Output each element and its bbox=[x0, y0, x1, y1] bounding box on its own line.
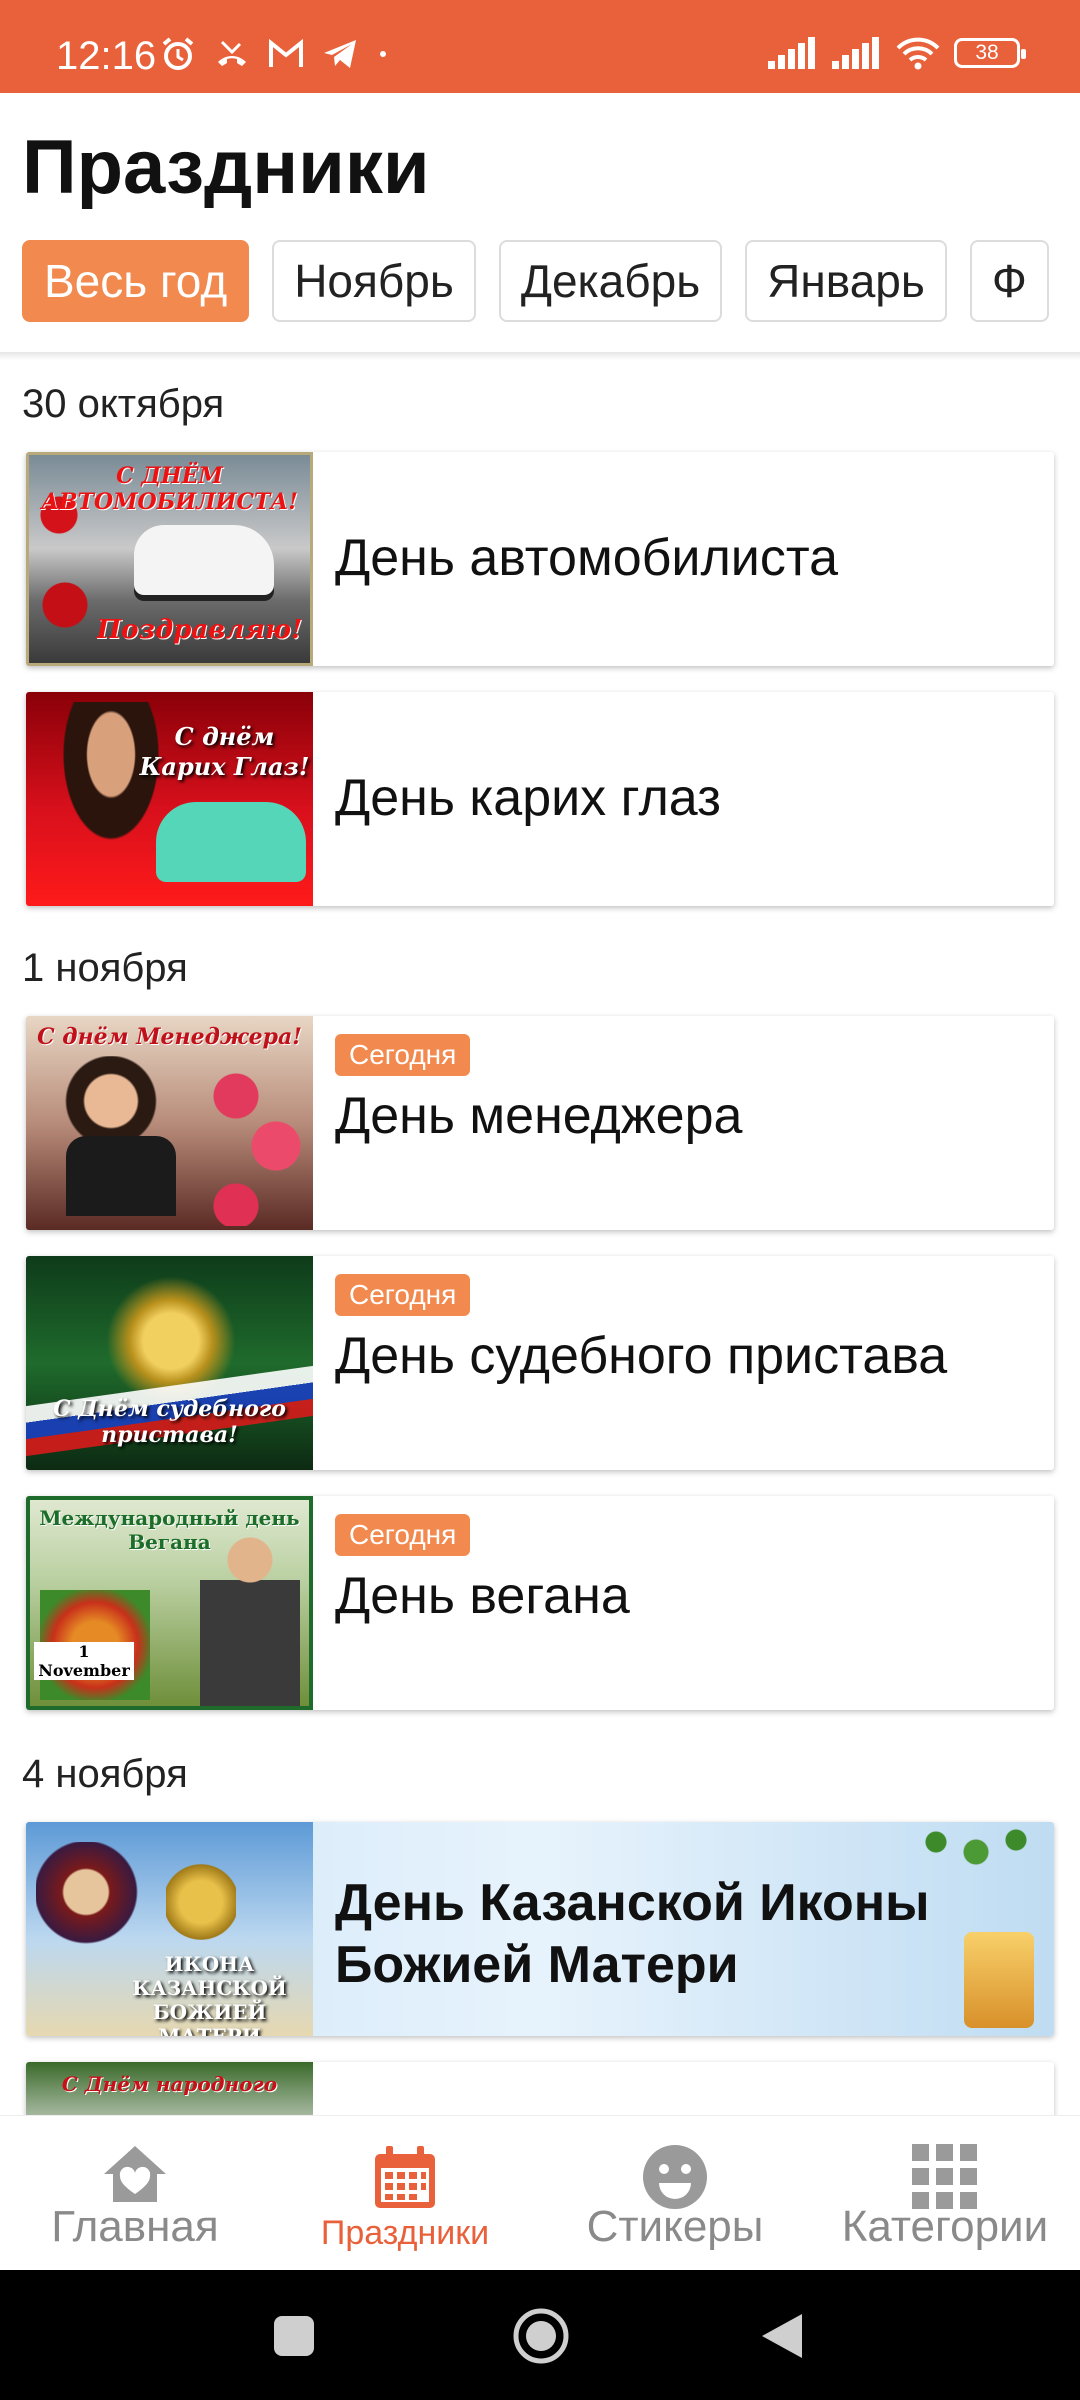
image-caption: С Днём народного bbox=[61, 2072, 278, 2096]
holiday-title: День менеджера bbox=[335, 1087, 743, 1145]
holiday-list[interactable]: 30 октября С ДНЁМ АВТОМОБИЛИСТА! Поздрав… bbox=[0, 360, 1080, 2115]
nav-label: Главная bbox=[51, 2202, 219, 2251]
image-caption: С Днём судебного пристава! bbox=[53, 1396, 286, 1448]
nav-categories[interactable]: Категории bbox=[810, 2116, 1080, 2271]
image-caption: С ДНЁМ АВТОМОБИЛИСТА! bbox=[41, 463, 298, 515]
holiday-title: День карих глаз bbox=[335, 769, 721, 827]
bottom-navigation: Главная Праздники Стикеры Категории bbox=[0, 2115, 1080, 2271]
tab-december[interactable]: Декабрь bbox=[498, 240, 723, 322]
status-bar: 12:16 38 bbox=[0, 0, 1080, 93]
holiday-card[interactable]: С днём Менеджера! Сегодня День менеджера bbox=[26, 1016, 1054, 1230]
page-title: Праздники bbox=[22, 125, 430, 210]
alarm-icon bbox=[162, 37, 194, 70]
month-tabs: Весь год Ноябрь Декабрь Январь Ф bbox=[22, 240, 1080, 322]
notification-icons bbox=[160, 36, 390, 72]
gmail-icon bbox=[269, 39, 303, 67]
image-caption: Международный день Вегана bbox=[39, 1506, 300, 1554]
signal-icon bbox=[832, 37, 879, 69]
holiday-title: День судебного пристава bbox=[335, 1327, 948, 1385]
nav-home[interactable]: Главная bbox=[0, 2116, 270, 2271]
back-button[interactable] bbox=[760, 2312, 804, 2360]
date-heading: 4 ноября bbox=[22, 1752, 188, 1796]
candle-decoration bbox=[964, 1932, 1034, 2028]
holiday-image: Международный день Вегана 1 November bbox=[26, 1496, 313, 1710]
recents-button[interactable] bbox=[272, 2314, 316, 2358]
holiday-image: С Днём судебного пристава! bbox=[26, 1256, 313, 1470]
wifi-icon bbox=[896, 37, 940, 70]
system-icons: 38 bbox=[768, 36, 1026, 70]
dot-icon bbox=[380, 51, 386, 57]
image-caption: Поздравляю! bbox=[96, 615, 303, 645]
today-badge: Сегодня bbox=[335, 1274, 471, 1316]
holiday-image: С днём Менеджера! bbox=[26, 1016, 313, 1230]
signal-icon bbox=[768, 37, 815, 69]
holiday-card[interactable]: ИКОНА КАЗАНСКОЙ БОЖИЕЙ МАТЕРИ День Казан… bbox=[26, 1822, 1054, 2036]
missed-call-icon bbox=[218, 40, 246, 66]
holiday-card[interactable]: С ДНЁМ АВТОМОБИЛИСТА! Поздравляю! День а… bbox=[26, 452, 1054, 666]
image-caption: 1 November bbox=[34, 1642, 134, 1680]
nav-label: Стикеры bbox=[586, 2202, 764, 2251]
holiday-image: С Днём народного bbox=[26, 2062, 313, 2115]
holiday-card[interactable]: С Днём судебного пристава! Сегодня День … bbox=[26, 1256, 1054, 1470]
today-badge: Сегодня bbox=[335, 1514, 471, 1556]
tab-january[interactable]: Январь bbox=[745, 240, 947, 322]
today-badge: Сегодня bbox=[335, 1034, 471, 1076]
holiday-card[interactable]: С днём Карих Глаз! День карих глаз bbox=[26, 692, 1054, 906]
holiday-title: День автомобилиста bbox=[335, 529, 838, 587]
holiday-title: День вегана bbox=[335, 1567, 630, 1625]
holiday-title: День Казанской Иконы Божией Матери bbox=[335, 1874, 930, 1994]
header-divider bbox=[0, 352, 1080, 360]
battery-icon: 38 bbox=[954, 38, 1026, 68]
grid-icon bbox=[912, 2144, 977, 2209]
holiday-image: ИКОНА КАЗАНСКОЙ БОЖИЕЙ МАТЕРИ bbox=[26, 1822, 313, 2036]
image-caption: С днём Карих Глаз! bbox=[139, 722, 310, 781]
telegram-icon bbox=[324, 40, 356, 68]
home-heart-icon bbox=[104, 2146, 166, 2202]
holiday-card[interactable]: Международный день Вегана 1 November Сег… bbox=[26, 1496, 1054, 1710]
nav-label: Категории bbox=[841, 2202, 1049, 2251]
holiday-image: С днём Карих Глаз! bbox=[26, 692, 313, 906]
tab-all-year[interactable]: Весь год bbox=[22, 240, 250, 322]
nav-stickers[interactable]: Стикеры bbox=[540, 2116, 810, 2271]
holiday-image: С ДНЁМ АВТОМОБИЛИСТА! Поздравляю! bbox=[26, 452, 313, 666]
tab-november[interactable]: Ноябрь bbox=[272, 240, 476, 322]
status-time: 12:16 bbox=[56, 34, 157, 78]
image-caption: С днём Менеджера! bbox=[37, 1024, 302, 1050]
tab-february-partial[interactable]: Ф bbox=[969, 240, 1049, 322]
home-button[interactable] bbox=[512, 2307, 570, 2365]
nav-label: Праздники bbox=[320, 2214, 490, 2252]
image-caption: ИКОНА КАЗАНСКОЙ БОЖИЕЙ МАТЕРИ bbox=[132, 1952, 287, 2036]
system-navigation-bar bbox=[0, 2270, 1080, 2400]
nav-holidays[interactable]: Праздники bbox=[270, 2116, 540, 2271]
date-heading: 1 ноября bbox=[22, 946, 188, 990]
date-heading: 30 октября bbox=[22, 382, 225, 426]
smiley-icon bbox=[643, 2145, 707, 2209]
holiday-card[interactable]: С Днём народного bbox=[26, 2062, 1054, 2115]
calendar-icon bbox=[375, 2146, 435, 2208]
